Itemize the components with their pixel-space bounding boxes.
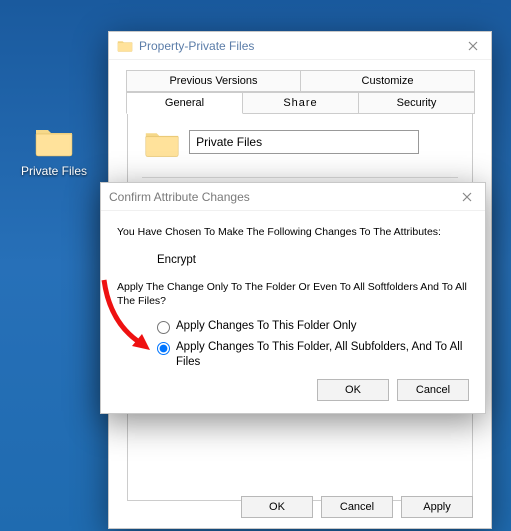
desktop-folder-icon[interactable]: Private Files: [18, 126, 90, 178]
tab-general[interactable]: General: [126, 92, 243, 114]
desktop-folder-label: Private Files: [18, 164, 90, 178]
confirm-message-2: Apply The Change Only To The Folder Or E…: [117, 280, 469, 309]
properties-title: Property-Private Files: [139, 39, 254, 53]
folder-icon: [34, 126, 74, 158]
confirm-ok-button[interactable]: OK: [317, 379, 389, 401]
folder-icon: [144, 129, 180, 159]
confirm-cancel-button[interactable]: Cancel: [397, 379, 469, 401]
close-icon[interactable]: [463, 36, 483, 56]
radio-folder-only[interactable]: Apply Changes To This Folder Only: [157, 319, 469, 334]
confirm-message-1: You Have Chosen To Make The Following Ch…: [117, 225, 469, 240]
radio-folder-only-label: Apply Changes To This Folder Only: [176, 319, 356, 333]
properties-titlebar: Property-Private Files: [109, 32, 491, 60]
radio-all-subfolders[interactable]: Apply Changes To This Folder, All Subfol…: [157, 340, 469, 369]
folder-icon: [117, 39, 133, 53]
confirm-encrypt-label: Encrypt: [157, 252, 469, 268]
tab-customize[interactable]: Customize: [300, 70, 475, 92]
close-icon[interactable]: [457, 187, 477, 207]
tab-previous-versions[interactable]: Previous Versions: [126, 70, 301, 92]
apply-button[interactable]: Apply: [401, 496, 473, 518]
tab-share[interactable]: Share: [242, 92, 359, 114]
tab-security[interactable]: Security: [358, 92, 475, 114]
confirm-title: Confirm Attribute Changes: [109, 190, 250, 204]
confirm-dialog: Confirm Attribute Changes You Have Chose…: [100, 182, 486, 414]
radio-folder-only-input[interactable]: [157, 321, 170, 334]
radio-all-subfolders-label: Apply Changes To This Folder, All Subfol…: [176, 340, 469, 369]
ok-button[interactable]: OK: [241, 496, 313, 518]
folder-name-input[interactable]: [189, 130, 419, 154]
radio-all-subfolders-input[interactable]: [157, 342, 170, 355]
cancel-button[interactable]: Cancel: [321, 496, 393, 518]
confirm-titlebar: Confirm Attribute Changes: [101, 183, 485, 211]
